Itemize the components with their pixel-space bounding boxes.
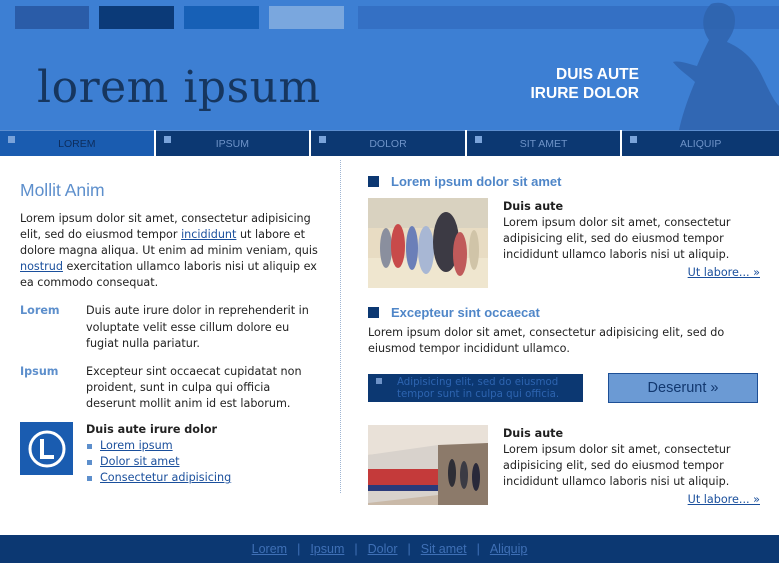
nav-bullet-icon: [630, 136, 638, 143]
crowd-photo: [368, 198, 488, 288]
footer-link-lorem[interactable]: Lorem: [252, 542, 287, 556]
nav-item-ipsum[interactable]: IPSUM: [155, 130, 310, 156]
incididunt-link[interactable]: incididunt: [181, 228, 236, 241]
definition-desc: Excepteur sint occaecat cupidatat non pr…: [86, 364, 302, 410]
list-link[interactable]: Lorem ipsum: [100, 439, 173, 452]
footer-link-ipsum[interactable]: Ipsum: [310, 542, 344, 556]
nostrud-link[interactable]: nostrud: [20, 260, 63, 273]
woman-silhouette-image: [673, 2, 779, 130]
feature-body: Duis aute Lorem ipsum dolor sit amet, co…: [503, 198, 760, 288]
read-more-link[interactable]: Ut labore... »: [688, 266, 760, 279]
train-photo: [368, 425, 488, 515]
link-list: Lorem ipsum Dolor sit amet Consectetur a…: [86, 438, 231, 486]
definition-term: Lorem: [20, 304, 60, 318]
feature-item: Duis aute Lorem ipsum dolor sit amet, co…: [368, 425, 760, 515]
definition-term: Ipsum: [20, 364, 59, 378]
link-box: Duis aute irure dolor Lorem ipsum Dolor …: [20, 422, 320, 486]
list-item: Consectetur adipisicing: [86, 470, 231, 486]
nav-item-dolor[interactable]: DOLOR: [311, 130, 465, 156]
nav-item-sit-amet[interactable]: SIT AMET: [466, 130, 621, 156]
feature-text: Lorem ipsum dolor sit amet, consectetur …: [503, 443, 731, 489]
intro-paragraph: Lorem ipsum dolor sit amet, consectetur …: [20, 211, 320, 291]
footer-link-sit-amet[interactable]: Sit amet: [421, 542, 467, 556]
nav-bullet-icon: [163, 136, 171, 143]
footer-separator: |: [297, 542, 301, 556]
definition-row: Ipsum Excepteur sint occaecat cupidatat …: [20, 364, 320, 412]
nav-bullet-icon: [474, 136, 482, 143]
link-box-title: Duis aute irure dolor: [86, 423, 218, 437]
footer-link-aliquip[interactable]: Aliquip: [490, 542, 528, 556]
feature-title: Duis aute: [503, 200, 564, 213]
footer: Lorem | Ipsum | Dolor | Sit amet | Aliqu…: [0, 535, 779, 563]
nav-bullet-icon: [319, 136, 327, 143]
section-title: Excepteur sint occaecat: [368, 305, 760, 320]
square-bullet-icon: [376, 378, 382, 385]
footer-separator: |: [354, 542, 358, 556]
square-bullet-icon: [368, 176, 379, 187]
column-divider: [340, 160, 341, 493]
site-logo[interactable]: lorem ipsum: [37, 62, 321, 113]
section-text: Lorem ipsum dolor sit amet, consectetur …: [368, 326, 725, 356]
nav-item-label: IPSUM: [215, 137, 250, 150]
nav-bullet-icon: [8, 136, 15, 143]
nav-item-label: SIT AMET: [519, 137, 568, 150]
main-nav: LOREM IPSUM DOLOR SIT AMET ALIQUIP: [0, 130, 779, 156]
list-item: Lorem ipsum: [86, 438, 231, 454]
definition-row: Lorem Duis aute irure dolor in reprehend…: [20, 303, 320, 351]
list-item: Dolor sit amet: [86, 454, 231, 470]
feature-text: Lorem ipsum dolor sit amet, consectetur …: [503, 216, 731, 262]
left-column: Mollit Anim Lorem ipsum dolor sit amet, …: [20, 180, 320, 486]
nav-item-label: DOLOR: [369, 137, 407, 150]
square-bullet-icon: [368, 307, 379, 318]
nav-item-lorem[interactable]: LOREM: [0, 130, 154, 156]
more-link-wrap: Ut labore... »: [503, 492, 760, 508]
definition-desc: Duis aute irure dolor in reprehenderit i…: [86, 304, 309, 350]
link-box-content: Duis aute irure dolor Lorem ipsum Dolor …: [86, 422, 231, 486]
footer-link-dolor[interactable]: Dolor: [368, 542, 398, 556]
section-title-text: Excepteur sint occaecat: [391, 305, 540, 320]
footer-separator: |: [407, 542, 411, 556]
cta-text: Adipisicing elit, sed do eiusmod tempor …: [397, 377, 560, 400]
tagline-line: IRURE DOLOR: [530, 85, 640, 102]
tagline-line: DUIS AUTE: [556, 66, 639, 83]
intro-text: exercitation ullamco laboris nisi ut ali…: [20, 260, 317, 290]
header-tagline: DUIS AUTE IRURE DOLOR: [531, 65, 640, 103]
nav-item-aliquip[interactable]: ALIQUIP: [622, 130, 779, 156]
feature-item: Duis aute Lorem ipsum dolor sit amet, co…: [368, 198, 760, 288]
right-column: Lorem ipsum dolor sit amet Duis aute Lor…: [368, 174, 760, 515]
l-logo-icon: [20, 422, 73, 476]
header-swatch: [15, 6, 89, 29]
section-title-text: Lorem ipsum dolor sit amet: [391, 174, 562, 189]
cta-text-box: Adipisicing elit, sed do eiusmod tempor …: [368, 374, 583, 403]
list-link[interactable]: Dolor sit amet: [100, 455, 179, 468]
section-title: Lorem ipsum dolor sit amet: [368, 174, 760, 189]
nav-item-label: ALIQUIP: [679, 137, 722, 150]
cta-row: Adipisicing elit, sed do eiusmod tempor …: [368, 373, 760, 404]
section-2: Excepteur sint occaecat Lorem ipsum dolo…: [368, 305, 760, 357]
read-more-link[interactable]: Ut labore... »: [688, 493, 760, 506]
deserunt-button[interactable]: Deserunt »: [608, 373, 758, 404]
header-swatch: [269, 6, 344, 29]
footer-spacer: [0, 563, 779, 574]
header: lorem ipsum DUIS AUTE IRURE DOLOR: [0, 0, 779, 130]
header-swatch: [184, 6, 259, 29]
nav-item-label: LOREM: [58, 137, 96, 150]
left-heading: Mollit Anim: [20, 180, 105, 200]
footer-separator: |: [476, 542, 480, 556]
header-swatch: [99, 6, 174, 29]
feature-body: Duis aute Lorem ipsum dolor sit amet, co…: [503, 425, 760, 515]
feature-title: Duis aute: [503, 427, 564, 441]
list-link[interactable]: Consectetur adipisicing: [100, 471, 231, 484]
more-link-wrap: Ut labore... »: [503, 265, 760, 281]
